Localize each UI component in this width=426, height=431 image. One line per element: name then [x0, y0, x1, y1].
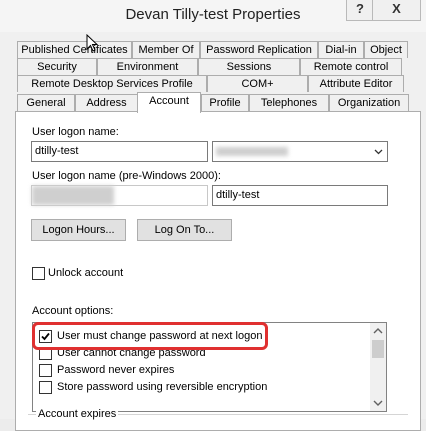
pre2000-label: User logon name (pre-Windows 2000):	[32, 170, 221, 182]
tab-published-certificates[interactable]: Published Certificates	[17, 41, 132, 58]
tab-account[interactable]: Account	[137, 92, 201, 113]
chevron-down-icon	[374, 149, 383, 155]
tab-com-plus[interactable]: COM+	[207, 75, 308, 92]
close-icon: X	[392, 1, 401, 16]
title-bar: Devan Tilly-test Properties ? X	[0, 0, 426, 32]
close-button[interactable]: X	[372, 0, 421, 21]
option-checkbox-reversible[interactable]	[39, 381, 52, 394]
option-checkbox-never-expires[interactable]	[39, 364, 52, 377]
tab-remote-control[interactable]: Remote control	[300, 58, 402, 75]
tab-address[interactable]: Address	[75, 94, 138, 111]
tab-attribute-editor[interactable]: Attribute Editor	[308, 75, 404, 92]
redacted-domain	[216, 147, 288, 156]
tab-telephones[interactable]: Telephones	[249, 94, 329, 111]
tab-dial-in[interactable]: Dial-in	[318, 41, 364, 58]
option-label: Password never expires	[57, 364, 175, 376]
unlock-account-checkbox[interactable]	[32, 267, 45, 280]
help-icon: ?	[356, 1, 364, 16]
tab-remote-desktop-services-profile[interactable]: Remote Desktop Services Profile	[17, 75, 207, 92]
scroll-thumb[interactable]	[372, 340, 384, 358]
tab-organization[interactable]: Organization	[329, 94, 409, 111]
tab-password-replication[interactable]: Password Replication	[200, 41, 318, 58]
properties-dialog: Devan Tilly-test Properties ? X Publishe…	[0, 0, 426, 431]
tab-general[interactable]: General	[17, 94, 75, 111]
logon-name-label: User logon name:	[32, 126, 119, 138]
tab-sessions[interactable]: Sessions	[198, 58, 300, 75]
tab-profile[interactable]: Profile	[201, 94, 249, 111]
options-scrollbar[interactable]	[370, 323, 386, 411]
option-label: Store password using reversible encrypti…	[57, 381, 268, 393]
logon-name-input[interactable]: dtilly-test	[31, 141, 208, 162]
help-button[interactable]: ?	[346, 0, 374, 21]
redacted-netbios-domain	[32, 186, 114, 205]
tab-member-of[interactable]: Member Of	[132, 41, 200, 58]
tab-object[interactable]: Object	[364, 41, 408, 58]
pre2000-name-input[interactable]: dtilly-test	[212, 185, 388, 206]
scroll-down-icon[interactable]	[370, 395, 386, 411]
pre2000-domain-field	[31, 185, 208, 206]
unlock-account-label: Unlock account	[48, 267, 124, 279]
account-expires-label: Account expires	[36, 408, 119, 420]
mouse-cursor-icon	[86, 34, 98, 52]
domain-combo[interactable]	[212, 141, 388, 162]
account-options-label: Account options:	[32, 305, 114, 317]
tab-environment[interactable]: Environment	[97, 58, 198, 75]
logon-hours-button[interactable]: Logon Hours...	[31, 219, 126, 241]
annotation-highlight-box	[32, 322, 268, 350]
tab-security[interactable]: Security	[17, 58, 97, 75]
scroll-up-icon[interactable]	[370, 323, 386, 339]
log-on-to-button[interactable]: Log On To...	[137, 219, 232, 241]
